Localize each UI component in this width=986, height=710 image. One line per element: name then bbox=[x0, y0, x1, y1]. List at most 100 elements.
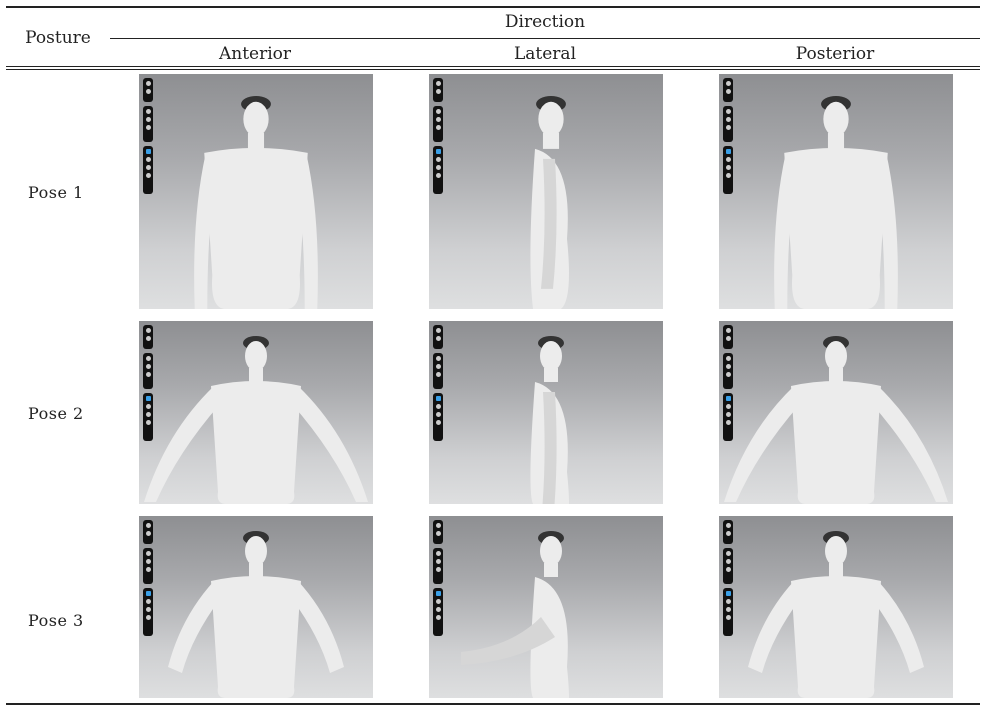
light-icon[interactable] bbox=[145, 165, 151, 170]
brush-icon[interactable] bbox=[435, 599, 441, 604]
light-icon[interactable] bbox=[725, 607, 731, 612]
viewport-toolbar-middle[interactable] bbox=[723, 106, 733, 142]
light-icon[interactable] bbox=[725, 412, 731, 417]
layers-icon[interactable] bbox=[435, 364, 441, 369]
camera-icon[interactable] bbox=[435, 336, 441, 341]
shirt-icon[interactable] bbox=[725, 109, 731, 114]
layers-icon[interactable] bbox=[435, 559, 441, 564]
avatar-icon[interactable] bbox=[725, 591, 731, 596]
camera-icon[interactable] bbox=[145, 531, 151, 536]
zoom-icon[interactable] bbox=[435, 328, 441, 333]
zoom-icon[interactable] bbox=[725, 523, 731, 528]
light-icon[interactable] bbox=[145, 412, 151, 417]
brush-icon[interactable] bbox=[435, 404, 441, 409]
avatar-icon[interactable] bbox=[145, 149, 151, 154]
avatar-icon[interactable] bbox=[435, 396, 441, 401]
shirt-icon[interactable] bbox=[725, 356, 731, 361]
globe-icon[interactable] bbox=[435, 615, 441, 620]
camera-icon[interactable] bbox=[725, 89, 731, 94]
light-icon[interactable] bbox=[435, 412, 441, 417]
viewport-toolbar-middle[interactable] bbox=[143, 353, 153, 389]
brush-icon[interactable] bbox=[145, 157, 151, 162]
viewport-toolbar-top[interactable] bbox=[433, 520, 443, 544]
viewport-toolbar-bottom[interactable] bbox=[433, 393, 443, 441]
shirt-icon[interactable] bbox=[435, 551, 441, 556]
light-icon[interactable] bbox=[435, 165, 441, 170]
camera-icon[interactable] bbox=[145, 89, 151, 94]
viewport-toolbar-bottom[interactable] bbox=[723, 146, 733, 194]
globe-icon[interactable] bbox=[145, 420, 151, 425]
viewport-toolbar-bottom[interactable] bbox=[433, 146, 443, 194]
shirt-icon[interactable] bbox=[435, 109, 441, 114]
layers-icon[interactable] bbox=[145, 559, 151, 564]
viewport-toolbar-middle[interactable] bbox=[433, 106, 443, 142]
shirt-icon[interactable] bbox=[725, 551, 731, 556]
viewport-toolbar-top[interactable] bbox=[433, 325, 443, 349]
viewport-toolbar-top[interactable] bbox=[143, 520, 153, 544]
person-icon[interactable] bbox=[435, 567, 441, 572]
viewport-toolbar-top[interactable] bbox=[433, 78, 443, 102]
camera-icon[interactable] bbox=[435, 531, 441, 536]
light-icon[interactable] bbox=[435, 607, 441, 612]
camera-icon[interactable] bbox=[145, 336, 151, 341]
viewport-toolbar-bottom[interactable] bbox=[143, 146, 153, 194]
avatar-icon[interactable] bbox=[435, 149, 441, 154]
avatar-icon[interactable] bbox=[145, 396, 151, 401]
globe-icon[interactable] bbox=[725, 615, 731, 620]
person-icon[interactable] bbox=[145, 125, 151, 130]
layers-icon[interactable] bbox=[725, 559, 731, 564]
brush-icon[interactable] bbox=[145, 404, 151, 409]
brush-icon[interactable] bbox=[725, 599, 731, 604]
globe-icon[interactable] bbox=[435, 173, 441, 178]
person-icon[interactable] bbox=[145, 567, 151, 572]
globe-icon[interactable] bbox=[145, 173, 151, 178]
layers-icon[interactable] bbox=[725, 364, 731, 369]
viewport-toolbar-middle[interactable] bbox=[433, 353, 443, 389]
viewport-toolbar-bottom[interactable] bbox=[143, 393, 153, 441]
layers-icon[interactable] bbox=[145, 117, 151, 122]
brush-icon[interactable] bbox=[725, 157, 731, 162]
zoom-icon[interactable] bbox=[725, 328, 731, 333]
viewport-toolbar-bottom[interactable] bbox=[723, 588, 733, 636]
shirt-icon[interactable] bbox=[435, 356, 441, 361]
viewport-toolbar-top[interactable] bbox=[723, 325, 733, 349]
light-icon[interactable] bbox=[145, 607, 151, 612]
zoom-icon[interactable] bbox=[725, 81, 731, 86]
viewport-toolbar-top[interactable] bbox=[143, 325, 153, 349]
viewport-toolbar-middle[interactable] bbox=[723, 548, 733, 584]
person-icon[interactable] bbox=[435, 372, 441, 377]
viewport-toolbar-bottom[interactable] bbox=[723, 393, 733, 441]
camera-icon[interactable] bbox=[725, 531, 731, 536]
viewport-toolbar-bottom[interactable] bbox=[433, 588, 443, 636]
viewport-toolbar-middle[interactable] bbox=[143, 548, 153, 584]
light-icon[interactable] bbox=[725, 165, 731, 170]
person-icon[interactable] bbox=[435, 125, 441, 130]
globe-icon[interactable] bbox=[435, 420, 441, 425]
camera-icon[interactable] bbox=[435, 89, 441, 94]
globe-icon[interactable] bbox=[725, 420, 731, 425]
person-icon[interactable] bbox=[725, 567, 731, 572]
shirt-icon[interactable] bbox=[145, 109, 151, 114]
viewport-toolbar-top[interactable] bbox=[723, 78, 733, 102]
viewport-toolbar-top[interactable] bbox=[143, 78, 153, 102]
globe-icon[interactable] bbox=[145, 615, 151, 620]
zoom-icon[interactable] bbox=[145, 328, 151, 333]
layers-icon[interactable] bbox=[725, 117, 731, 122]
zoom-icon[interactable] bbox=[435, 81, 441, 86]
viewport-toolbar-bottom[interactable] bbox=[143, 588, 153, 636]
camera-icon[interactable] bbox=[725, 336, 731, 341]
avatar-icon[interactable] bbox=[725, 396, 731, 401]
avatar-icon[interactable] bbox=[435, 591, 441, 596]
zoom-icon[interactable] bbox=[145, 523, 151, 528]
person-icon[interactable] bbox=[725, 125, 731, 130]
avatar-icon[interactable] bbox=[725, 149, 731, 154]
brush-icon[interactable] bbox=[435, 157, 441, 162]
viewport-toolbar-middle[interactable] bbox=[723, 353, 733, 389]
globe-icon[interactable] bbox=[725, 173, 731, 178]
brush-icon[interactable] bbox=[725, 404, 731, 409]
layers-icon[interactable] bbox=[435, 117, 441, 122]
viewport-toolbar-top[interactable] bbox=[723, 520, 733, 544]
person-icon[interactable] bbox=[145, 372, 151, 377]
layers-icon[interactable] bbox=[145, 364, 151, 369]
brush-icon[interactable] bbox=[145, 599, 151, 604]
